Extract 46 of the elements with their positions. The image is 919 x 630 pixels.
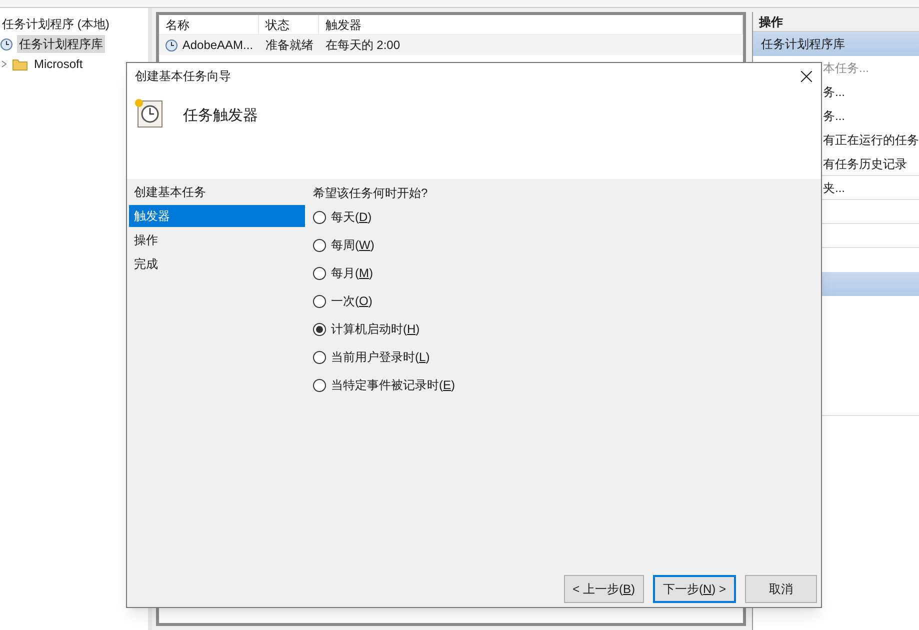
actions-title: 操作 <box>753 12 919 32</box>
table-cell: AdobeAAM... <box>159 36 260 54</box>
question-text: 希望该任务何时开始? <box>313 185 429 202</box>
close-icon <box>800 70 812 82</box>
action-item[interactable]: 有正在运行的任务 <box>823 131 919 149</box>
dialog-heading: 任务触发器 <box>183 106 258 126</box>
radio-label[interactable]: 每月(M) <box>331 264 373 282</box>
radio-label[interactable]: 一次(O) <box>331 292 372 310</box>
radio-button[interactable] <box>313 266 326 280</box>
radio-button[interactable] <box>313 210 326 224</box>
wizard-step: 操作 <box>129 229 305 251</box>
radio-button[interactable] <box>313 322 326 336</box>
wizard-step: 触发器 <box>129 205 305 227</box>
expand-caret-icon[interactable] <box>0 60 8 68</box>
radio-label[interactable]: 每周(W) <box>331 236 374 254</box>
wizard-step: 完成 <box>129 253 305 275</box>
action-item[interactable]: 务... <box>823 107 846 125</box>
action-item[interactable]: 有任务历史记录 <box>823 154 907 172</box>
radio-button[interactable] <box>313 294 326 308</box>
column-header[interactable]: 状态 <box>259 15 320 34</box>
wizard-step: 创建基本任务 <box>129 181 305 203</box>
radio-label[interactable]: 当特定事件被记录时(E) <box>331 376 456 394</box>
radio-label[interactable]: 每天(D) <box>331 208 372 226</box>
task-clock-icon <box>133 97 165 129</box>
action-item[interactable]: 夹... <box>823 178 846 196</box>
radio-label[interactable]: 计算机启动时(H) <box>331 320 420 338</box>
tree-item[interactable]: Microsoft <box>32 55 85 73</box>
clock-icon <box>165 38 178 52</box>
section-header[interactable]: 任务计划程序库 <box>753 32 919 56</box>
column-header[interactable]: 名称 <box>159 15 260 34</box>
radio-button[interactable] <box>313 350 326 364</box>
folder-icon <box>12 58 28 70</box>
radio-label[interactable]: 当前用户登录时(L) <box>331 348 430 366</box>
column-header[interactable]: 触发器 <box>319 15 743 34</box>
radio-button[interactable] <box>313 238 326 252</box>
dialog-button[interactable]: 下一步(N) > <box>652 575 736 603</box>
clock-icon <box>0 38 13 50</box>
action-item[interactable]: 务... <box>823 83 846 101</box>
dialog-button[interactable]: < 上一步(B) <box>564 575 644 603</box>
dialog-button[interactable]: 取消 <box>745 575 817 603</box>
table-cell-text: 准备就绪 <box>264 37 314 54</box>
tree-item[interactable]: 任务计划程序 (本地) <box>0 15 112 33</box>
table-cell-text: 在每天的 2:00 <box>324 37 402 54</box>
tree-item[interactable]: 任务计划程序库 <box>17 35 105 53</box>
dialog-title: 创建基本任务向导 <box>135 68 231 85</box>
radio-button[interactable] <box>313 378 326 392</box>
